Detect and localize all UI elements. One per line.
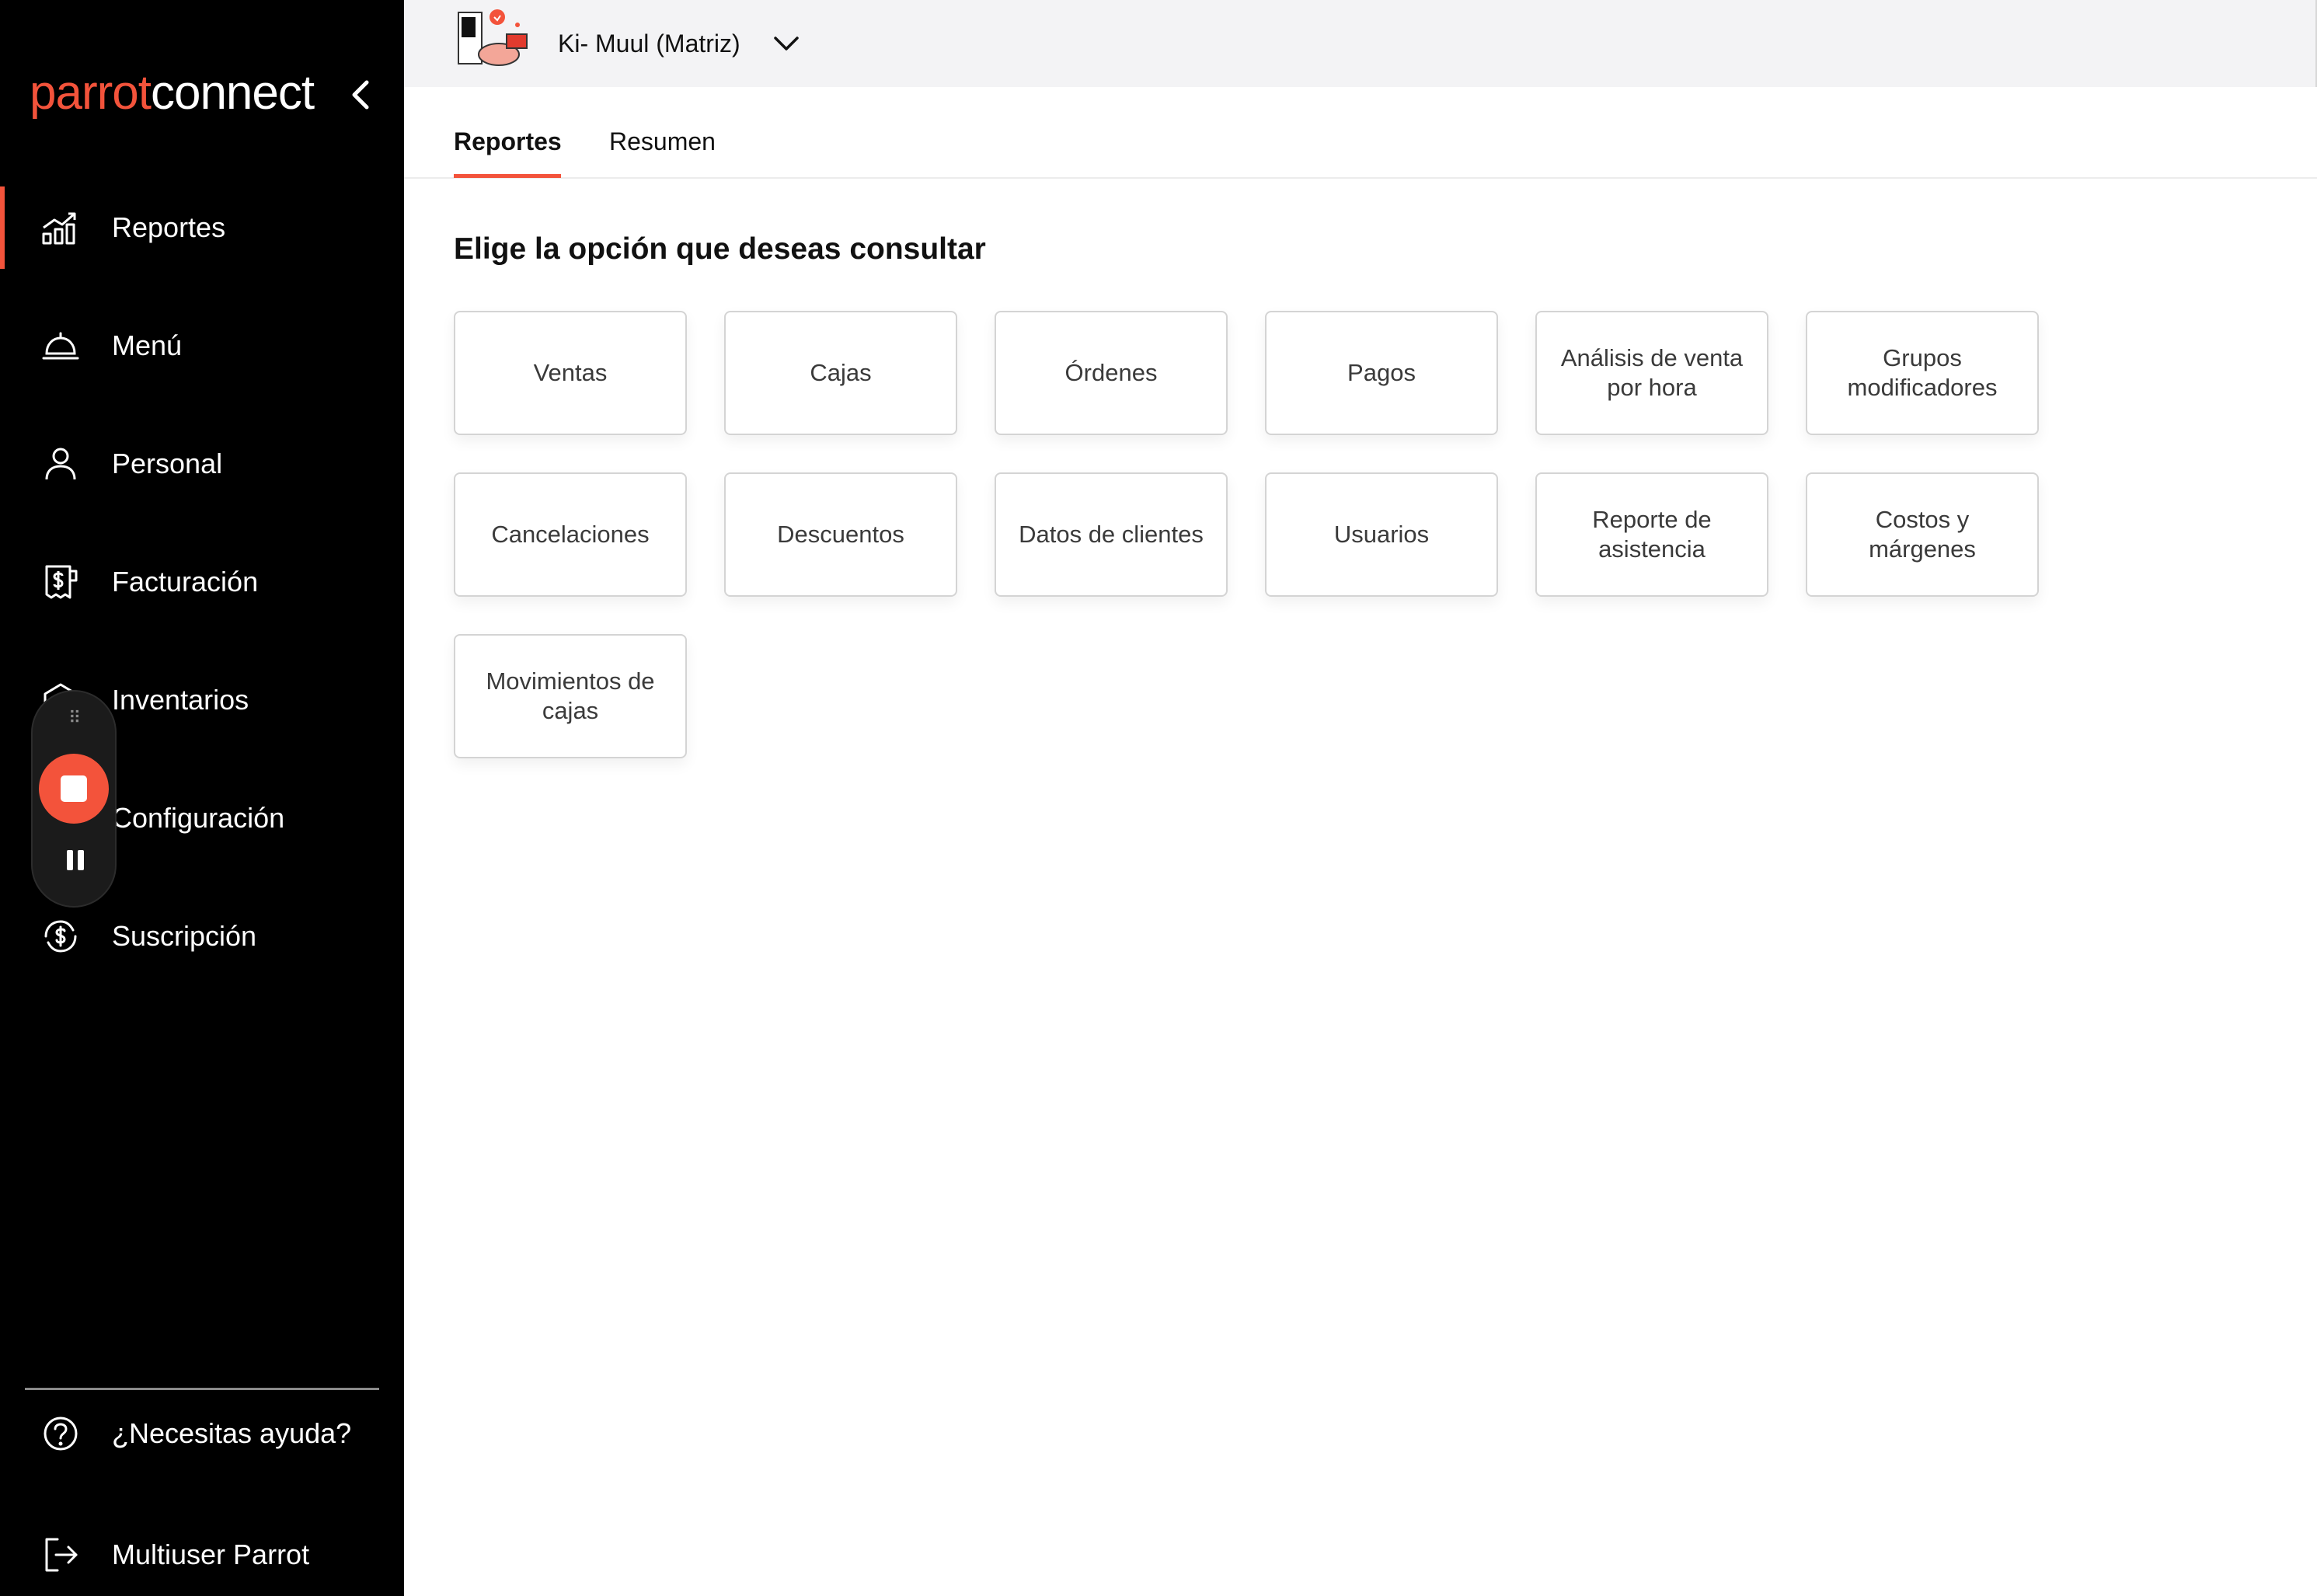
sidebar-item-label: Configuración: [112, 802, 285, 834]
pause-recording-button[interactable]: [64, 847, 87, 873]
sidebar-item-label: Suscripción: [112, 920, 257, 952]
report-card-ordenes[interactable]: Órdenes: [995, 311, 1228, 435]
logo-row: parrotconnect: [30, 62, 379, 124]
app-root: parrotconnect Reportes Menú Personal Fac…: [0, 0, 2317, 1596]
sidebar-item-label: Facturación: [112, 566, 259, 598]
chevron-left-icon: [352, 80, 369, 110]
active-tab-indicator: [454, 174, 561, 178]
report-card-movimientos-cajas[interactable]: Movimientos de cajas: [454, 634, 687, 758]
report-card-analisis-venta-hora[interactable]: Análisis de venta por hora: [1535, 311, 1768, 435]
report-card-descuentos[interactable]: Descuentos: [724, 472, 957, 597]
cloche-icon: [39, 324, 82, 368]
report-card-cancelaciones[interactable]: Cancelaciones: [454, 472, 687, 597]
stop-recording-button[interactable]: [39, 754, 109, 824]
report-card-datos-clientes[interactable]: Datos de clientes: [995, 472, 1228, 597]
top-header: Ki- Muul (Matriz): [404, 0, 2317, 87]
report-card-ventas[interactable]: Ventas: [454, 311, 687, 435]
sidebar-item-suscripcion[interactable]: Suscripción: [0, 895, 404, 977]
logo-text-parrot: parrot: [30, 66, 152, 120]
report-card-cajas[interactable]: Cajas: [724, 311, 957, 435]
store-name[interactable]: Ki- Muul (Matriz): [558, 26, 740, 61]
chart-bars-icon: [39, 206, 82, 249]
user-logout-item[interactable]: Multiuser Parrot: [0, 1520, 404, 1590]
sidebar: parrotconnect Reportes Menú Personal Fac…: [0, 0, 404, 1596]
sidebar-item-personal[interactable]: Personal: [0, 423, 404, 505]
report-card-grupos-modificadores[interactable]: Grupos modificadores: [1806, 311, 2039, 435]
sidebar-item-reportes[interactable]: Reportes: [0, 186, 404, 269]
tab-resumen[interactable]: Resumen: [609, 124, 716, 159]
sidebar-item-label: Menú: [112, 329, 183, 361]
tab-bar: Reportes Resumen: [404, 87, 2317, 179]
sidebar-item-label: Reportes: [112, 211, 226, 243]
help-circle-icon: [39, 1412, 82, 1455]
tab-reportes[interactable]: Reportes: [454, 124, 562, 159]
page-heading: Elige la opción que deseas consultar: [454, 232, 986, 266]
sidebar-item-label: Inventarios: [112, 684, 249, 716]
report-card-costos-margenes[interactable]: Costos y márgenes: [1806, 472, 2039, 597]
report-card-reporte-asistencia[interactable]: Reporte de asistencia: [1535, 472, 1768, 597]
report-card-usuarios[interactable]: Usuarios: [1265, 472, 1498, 597]
help-label: ¿Necesitas ayuda?: [112, 1417, 352, 1449]
collapse-sidebar-button[interactable]: [340, 73, 384, 117]
sidebar-divider: [25, 1388, 379, 1390]
user-name: Multiuser Parrot: [112, 1539, 310, 1570]
store-avatar: [452, 6, 533, 73]
help-link[interactable]: ¿Necesitas ayuda?: [0, 1399, 404, 1469]
logout-icon: [39, 1533, 82, 1577]
receipt-dollar-icon: [39, 560, 82, 604]
sidebar-item-facturacion[interactable]: Facturación: [0, 541, 404, 623]
report-card-pagos[interactable]: Pagos: [1265, 311, 1498, 435]
chevron-down-icon[interactable]: [771, 28, 802, 59]
drag-handle-icon[interactable]: ⠿: [64, 709, 87, 727]
screen-recorder-widget: ⠿: [31, 690, 117, 908]
logo-text-connect: connect: [150, 66, 315, 120]
user-icon: [39, 442, 82, 486]
parrot-connect-logo: parrotconnect: [30, 62, 315, 124]
dollar-cycle-icon: [39, 915, 82, 958]
sidebar-item-label: Personal: [112, 448, 223, 479]
sidebar-item-menu[interactable]: Menú: [0, 305, 404, 387]
